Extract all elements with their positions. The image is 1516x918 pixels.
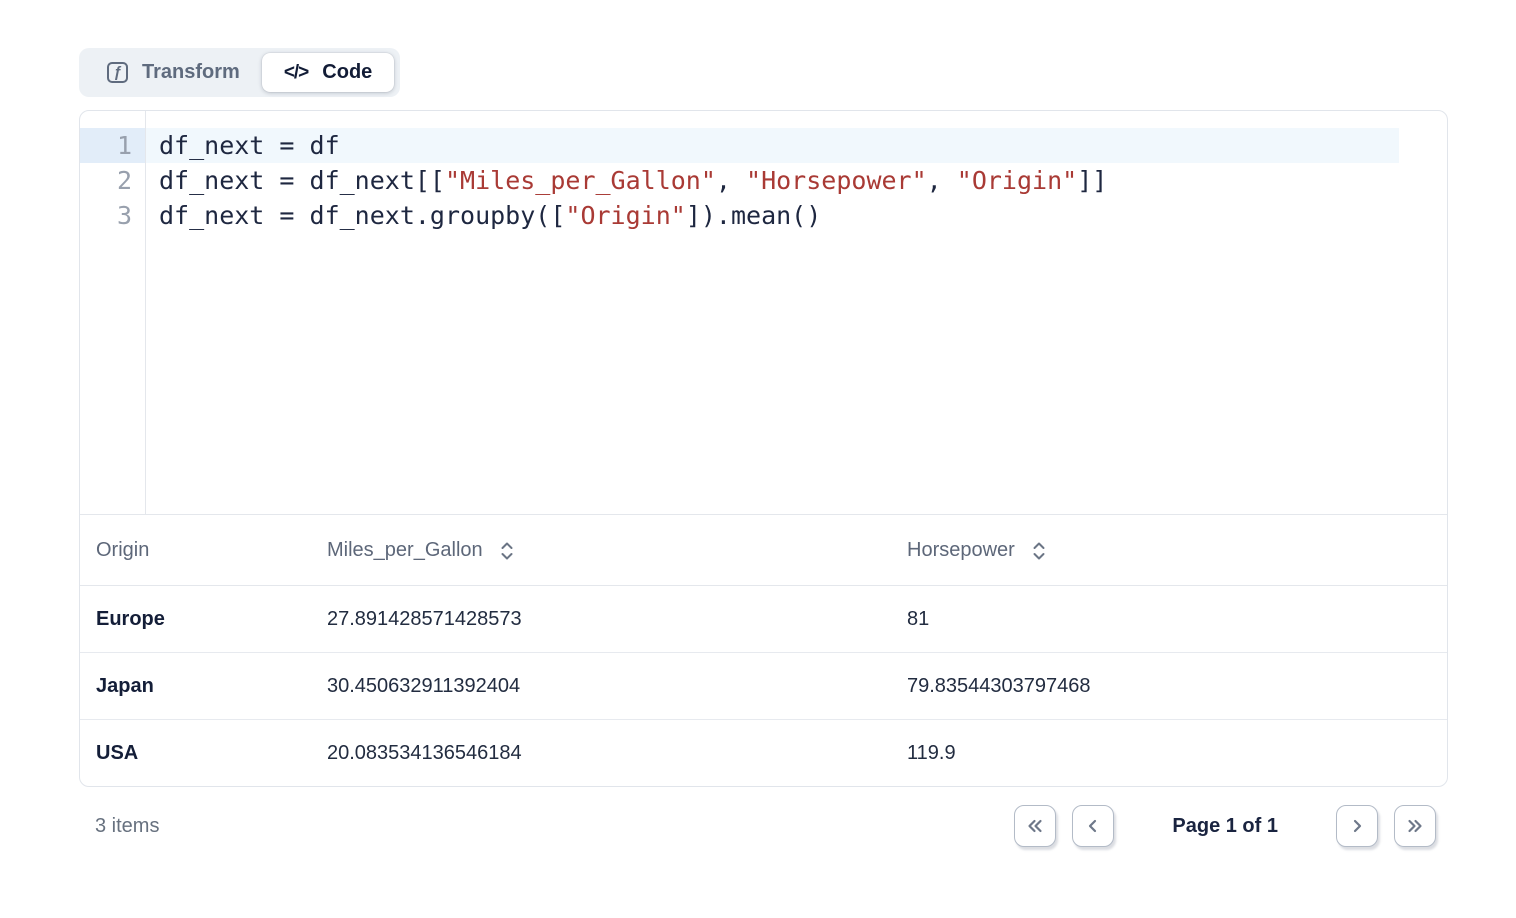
function-icon: ƒ — [107, 62, 128, 83]
code-icon: </> — [284, 62, 308, 84]
cell-origin: Japan — [80, 675, 311, 698]
code-editor[interactable]: 1 2 3 df_next = df df_next = df_next[["M… — [80, 111, 1447, 514]
cell-origin: Europe — [80, 608, 311, 631]
function-icon-glyph: ƒ — [113, 65, 121, 80]
code-content[interactable]: df_next = df df_next = df_next[["Miles_p… — [146, 111, 1447, 514]
tab-transform[interactable]: ƒ Transform — [85, 53, 262, 92]
code-line[interactable]: df_next = df_next.groupby(["Origin"]).me… — [146, 198, 1399, 233]
cell-origin: USA — [80, 742, 311, 765]
table-row: Europe 27.891428571428573 81 — [80, 586, 1447, 653]
line-number: 3 — [80, 198, 145, 233]
cell-horsepower: 119.9 — [891, 742, 1447, 765]
line-number-gutter: 1 2 3 — [80, 111, 146, 514]
pagination: Page 1 of 1 — [1014, 805, 1436, 847]
cell-horsepower: 81 — [891, 608, 1447, 631]
tab-code[interactable]: </> Code — [262, 53, 394, 92]
page-indicator: Page 1 of 1 — [1172, 815, 1278, 838]
chevron-left-icon — [1081, 814, 1105, 838]
code-and-table-panel: 1 2 3 df_next = df df_next = df_next[["M… — [79, 110, 1448, 787]
next-page-button[interactable] — [1336, 805, 1378, 847]
sort-icon[interactable] — [1031, 540, 1047, 562]
last-page-button[interactable] — [1394, 805, 1436, 847]
cell-horsepower: 79.83544303797468 — [891, 675, 1447, 698]
dataframe-transform-view: ƒ Transform </> Code 1 2 3 df_next = df … — [0, 0, 1516, 918]
column-header-label: Origin — [96, 539, 149, 562]
tab-code-label: Code — [322, 61, 372, 84]
code-line[interactable]: df_next = df_next[["Miles_per_Gallon", "… — [146, 163, 1399, 198]
items-count: 3 items — [95, 815, 159, 838]
line-number: 2 — [80, 163, 145, 198]
line-number: 1 — [80, 128, 145, 163]
table-header: Origin Miles_per_Gallon Horsepower — [80, 514, 1447, 586]
tab-transform-label: Transform — [142, 61, 240, 84]
chevrons-right-icon — [1403, 814, 1427, 838]
column-header-origin: Origin — [80, 539, 311, 562]
view-tabs: ƒ Transform </> Code — [79, 48, 400, 97]
chevrons-left-icon — [1023, 814, 1047, 838]
sort-icon[interactable] — [499, 540, 515, 562]
cell-miles-per-gallon: 27.891428571428573 — [311, 608, 891, 631]
table-row: USA 20.083534136546184 119.9 — [80, 720, 1447, 787]
table-row: Japan 30.450632911392404 79.835443037974… — [80, 653, 1447, 720]
cell-miles-per-gallon: 30.450632911392404 — [311, 675, 891, 698]
previous-page-button[interactable] — [1072, 805, 1114, 847]
table-footer: 3 items Page 1 of 1 — [79, 805, 1448, 847]
chevron-right-icon — [1345, 814, 1369, 838]
column-header-label: Miles_per_Gallon — [327, 539, 483, 562]
code-line[interactable]: df_next = df — [146, 128, 1399, 163]
column-header-horsepower[interactable]: Horsepower — [891, 538, 1447, 562]
first-page-button[interactable] — [1014, 805, 1056, 847]
column-header-label: Horsepower — [907, 539, 1015, 562]
column-header-miles-per-gallon[interactable]: Miles_per_Gallon — [311, 538, 891, 562]
cell-miles-per-gallon: 20.083534136546184 — [311, 742, 891, 765]
